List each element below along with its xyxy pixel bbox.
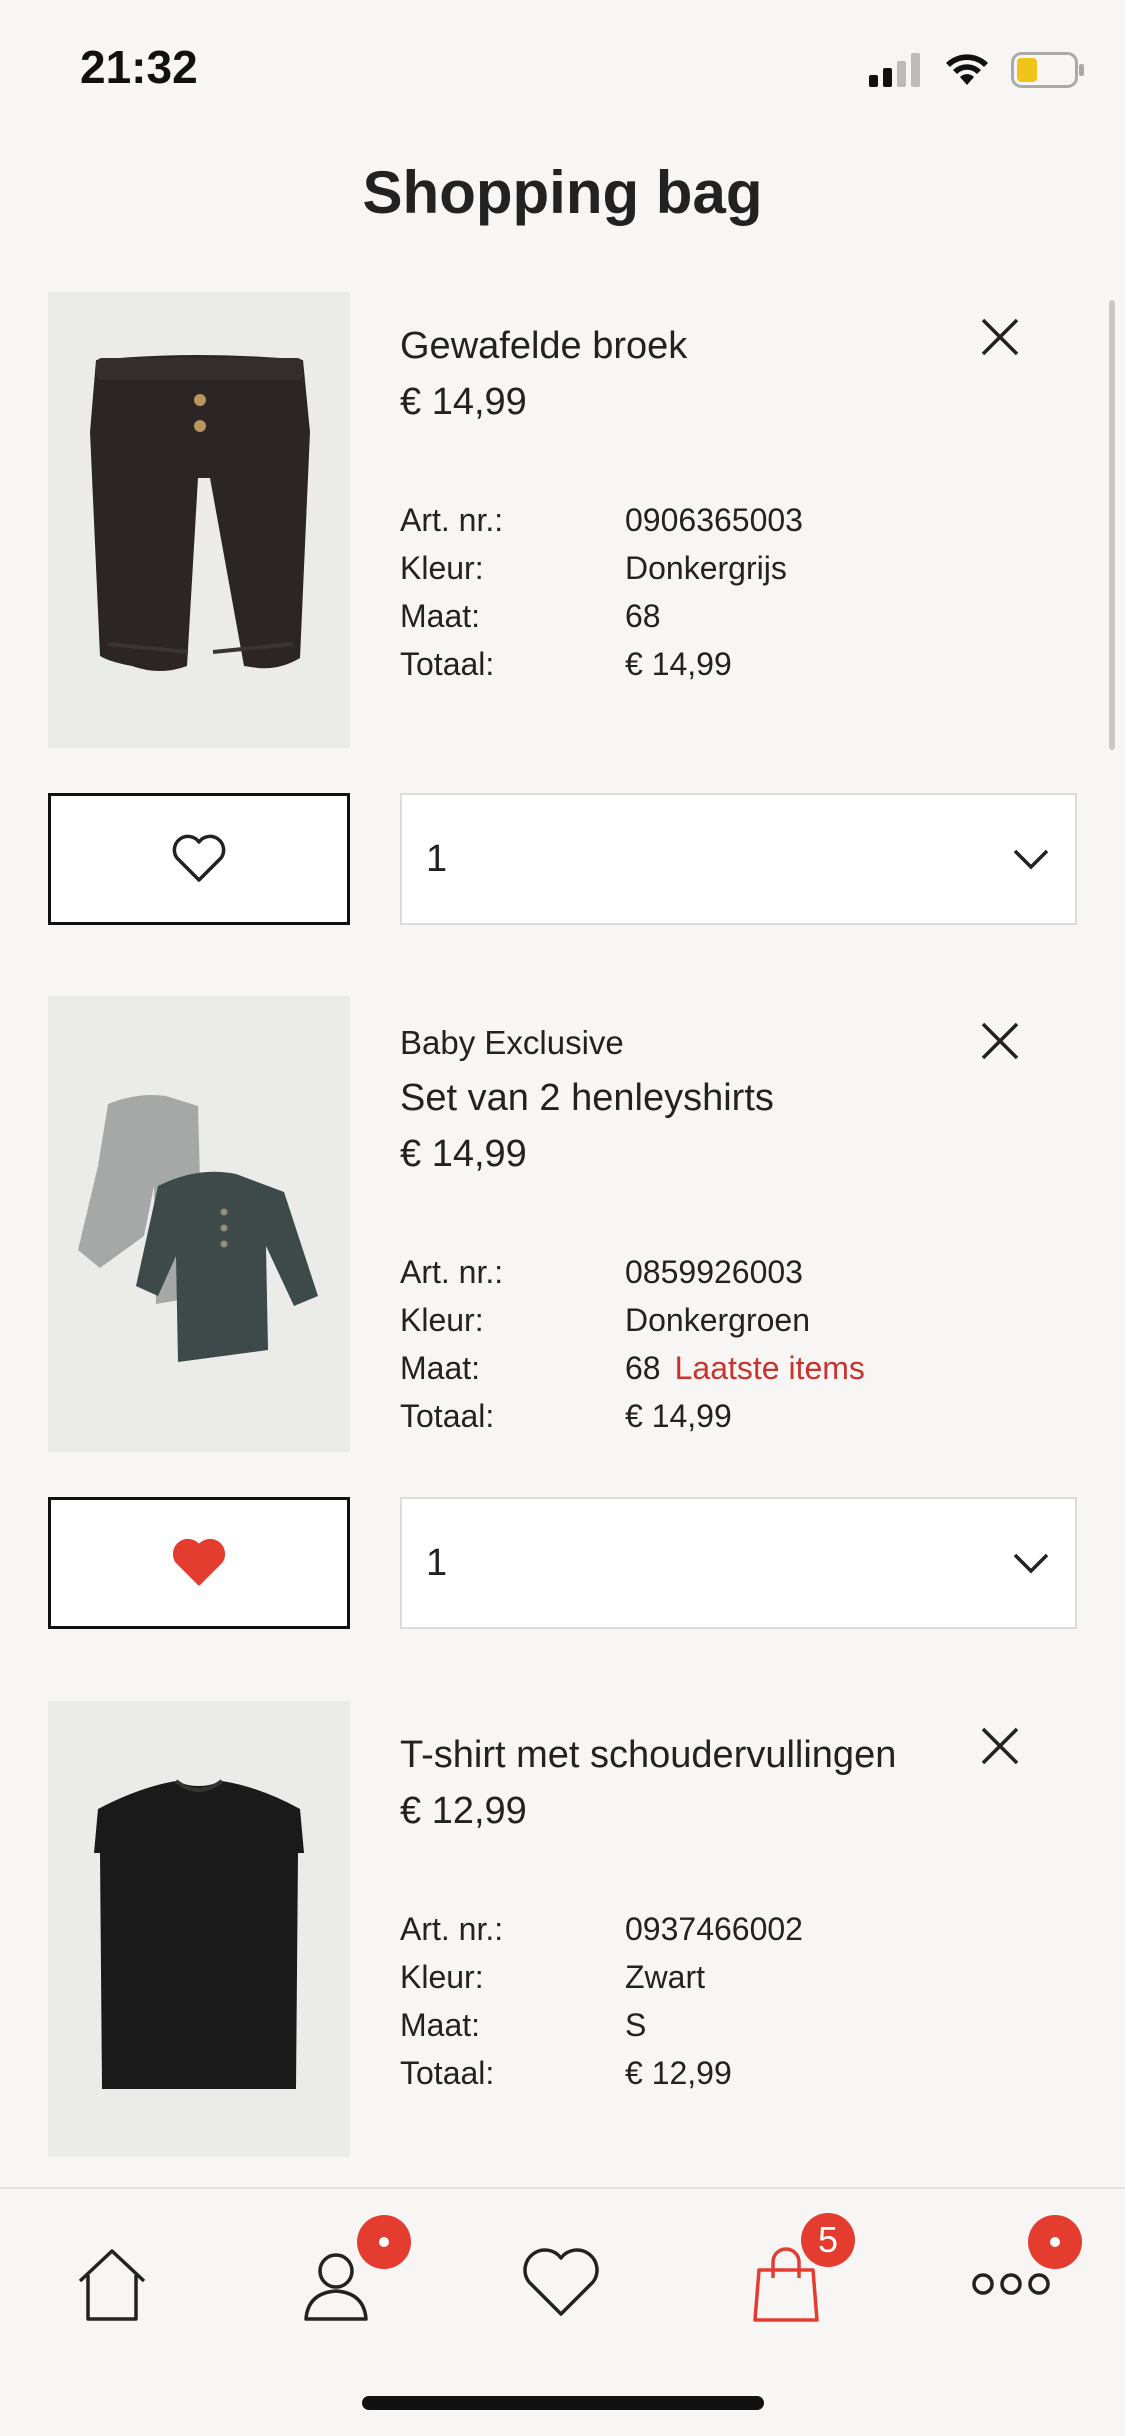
remove-item-button[interactable]	[975, 1721, 1025, 1771]
status-time: 21:32	[80, 41, 198, 93]
item-specs: Art. nr.: 0937466002 Kleur: Zwart Maat: S T…	[400, 1905, 960, 2097]
total-label: Totaal:	[400, 2054, 495, 2091]
notification-badge	[357, 2215, 411, 2269]
item-name[interactable]: T-shirt met schoudervullingen	[400, 1729, 960, 1781]
product-image[interactable]	[48, 1701, 350, 2157]
heart-outline-icon	[172, 834, 226, 882]
tab-favourites[interactable]	[506, 2229, 616, 2339]
total-value: € 14,99	[625, 1397, 732, 1434]
remove-item-button[interactable]	[975, 1016, 1025, 1066]
size-label: Maat:	[400, 597, 481, 634]
status-icons	[869, 48, 1085, 92]
item-brand: Baby Exclusive	[400, 1024, 624, 1061]
item-specs: Art. nr.: 0859926003 Kleur: Donkergroen Ma…	[400, 1248, 960, 1440]
art-nr-value: 0906365003	[625, 501, 803, 538]
total-label: Totaal:	[400, 1397, 495, 1434]
item-info: T-shirt met schoudervullingen € 12,99 Ar…	[400, 1701, 960, 2097]
cellular-signal-icon	[869, 53, 920, 87]
art-nr-label: Art. nr.:	[400, 501, 504, 538]
favorite-button[interactable]	[48, 793, 350, 925]
home-icon	[78, 2249, 146, 2321]
color-label: Kleur:	[400, 549, 484, 586]
item-name[interactable]: Set van 2 henleyshirts	[400, 1072, 960, 1124]
wifi-icon	[946, 54, 988, 85]
color-value: Donkergroen	[625, 1301, 810, 1338]
chevron-down-icon	[1013, 1553, 1049, 1574]
home-indicator[interactable]	[362, 2396, 764, 2410]
quantity-value: 1	[426, 837, 448, 880]
chevron-down-icon	[1013, 849, 1049, 870]
status-bar: 21:32	[0, 0, 1125, 140]
color-label: Kleur:	[400, 1958, 484, 1995]
quantity-value: 1	[426, 1541, 448, 1584]
heart-filled-icon	[172, 1538, 226, 1586]
remove-item-button[interactable]	[975, 312, 1025, 362]
tab-home[interactable]	[57, 2229, 167, 2339]
art-nr-value: 0859926003	[625, 1253, 803, 1290]
quantity-select[interactable]: 1	[400, 793, 1077, 925]
color-label: Kleur:	[400, 1301, 484, 1338]
size-label: Maat:	[400, 1349, 481, 1386]
tab-more[interactable]	[956, 2215, 1082, 2339]
size-label: Maat:	[400, 2006, 481, 2043]
pants-image	[48, 292, 350, 748]
battery-icon	[1011, 52, 1084, 88]
bag-count-badge: 5	[801, 2213, 855, 2267]
product-image[interactable]	[48, 996, 350, 1452]
heart-icon	[523, 2248, 599, 2316]
item-specs: Art. nr.: 0906365003 Kleur: Donkergrijs Ma…	[400, 496, 960, 688]
art-nr-value: 0937466002	[625, 1910, 803, 1947]
item-info: Gewafelde broek € 14,99 Art. nr.: 0906365…	[400, 292, 960, 688]
total-value: € 12,99	[625, 2054, 732, 2091]
item-price: € 14,99	[400, 1133, 527, 1175]
total-label: Totaal:	[400, 645, 495, 682]
size-value: 68	[625, 1349, 661, 1386]
quantity-select[interactable]: 1	[400, 1497, 1077, 1629]
item-price: € 12,99	[400, 1790, 527, 1832]
more-icon	[972, 2273, 1050, 2295]
scrollbar[interactable]	[1109, 300, 1115, 750]
color-value: Zwart	[625, 1958, 705, 1995]
page-title: Shopping bag	[362, 159, 763, 226]
close-icon	[981, 1727, 1019, 1765]
favorite-button[interactable]	[48, 1497, 350, 1629]
total-value: € 14,99	[625, 645, 732, 682]
notification-badge	[1028, 2215, 1082, 2269]
close-icon	[981, 1022, 1019, 1060]
art-nr-label: Art. nr.:	[400, 1910, 504, 1947]
art-nr-label: Art. nr.:	[400, 1253, 504, 1290]
size-value: S	[625, 2006, 647, 2043]
size-value: 68	[625, 597, 661, 634]
item-price: € 14,99	[400, 381, 527, 423]
henley-shirts-image	[48, 996, 350, 1452]
product-image[interactable]	[48, 292, 350, 748]
item-name[interactable]: Gewafelde broek	[400, 320, 960, 372]
item-info: Baby Exclusive Set van 2 henleyshirts € …	[400, 996, 960, 1440]
tab-account[interactable]	[281, 2215, 411, 2339]
color-value: Donkergrijs	[625, 549, 787, 586]
tshirt-image	[48, 1701, 350, 2157]
close-icon	[981, 318, 1019, 356]
low-stock-note: Laatste items	[674, 1349, 865, 1386]
tab-bag[interactable]: 5	[731, 2213, 855, 2339]
